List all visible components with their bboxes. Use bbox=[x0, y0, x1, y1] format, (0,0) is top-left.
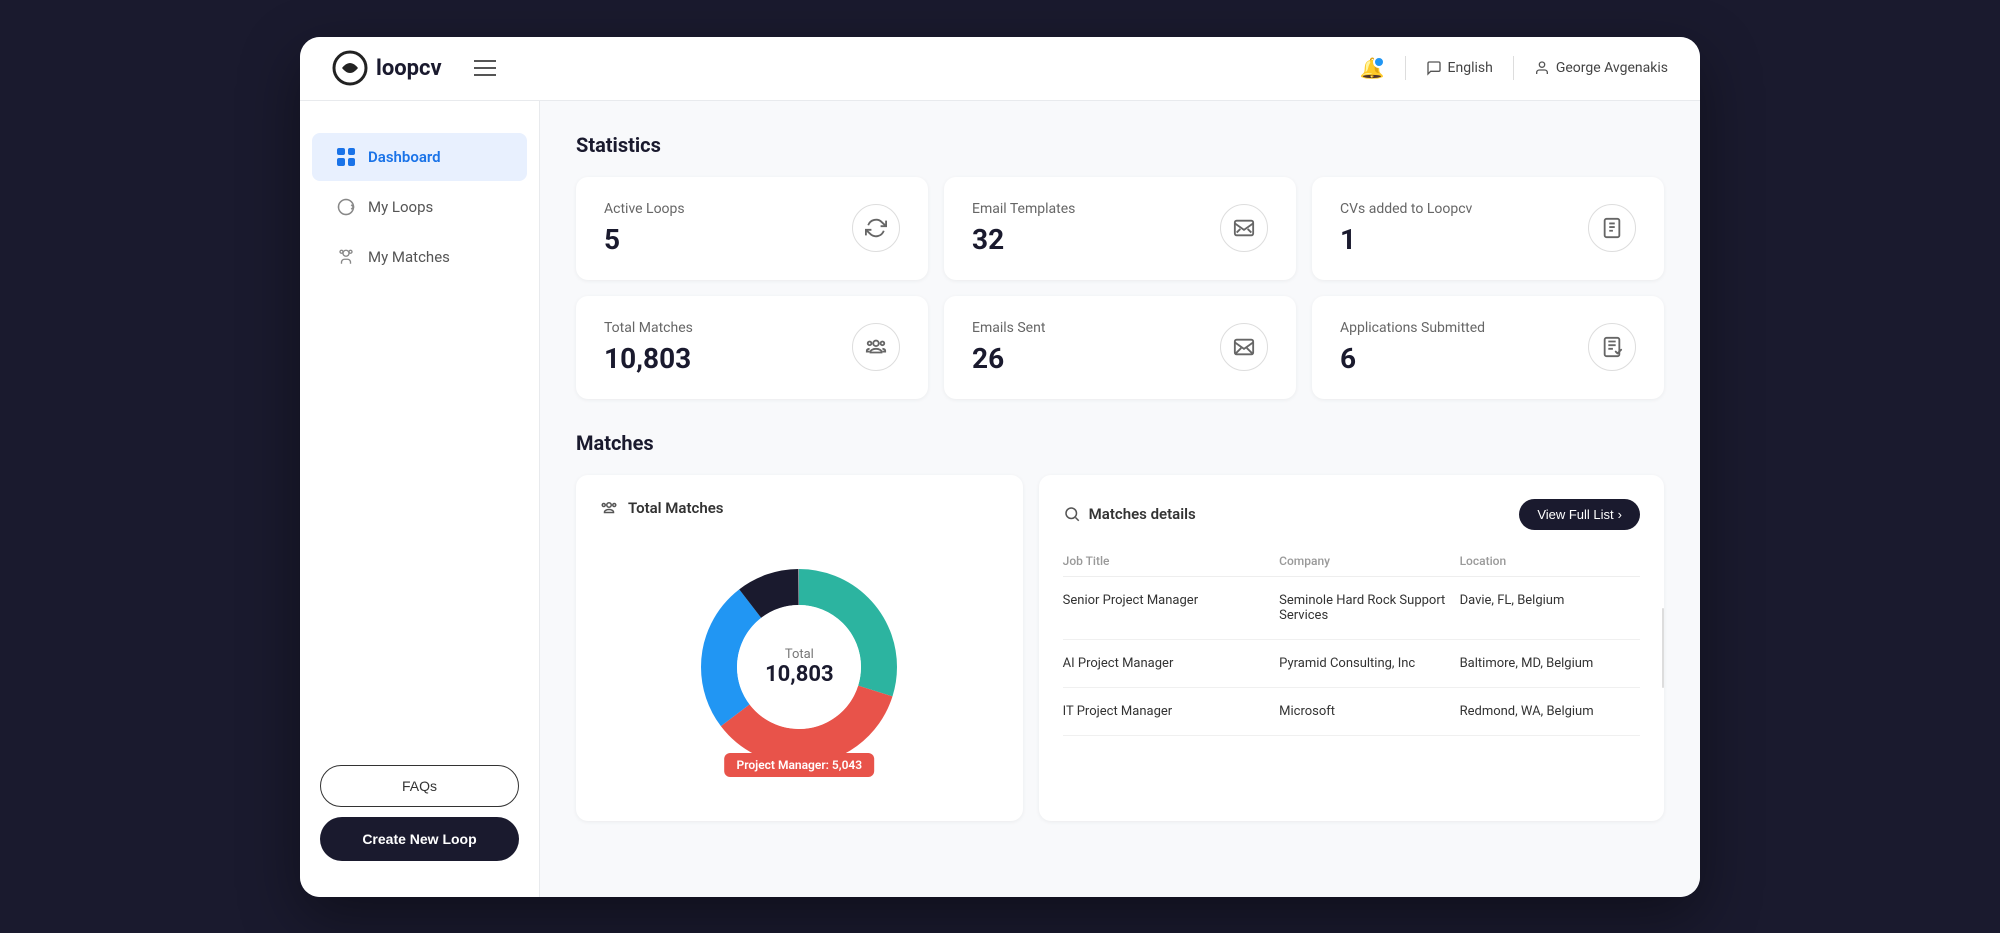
loop-icon bbox=[336, 197, 356, 217]
refresh-icon bbox=[852, 204, 900, 252]
matches-grid: Total Matches bbox=[576, 475, 1664, 821]
sidebar-item-label: My Loops bbox=[368, 198, 433, 216]
sidebar: Dashboard My Loops bbox=[300, 101, 540, 897]
donut-center: Total 10,803 bbox=[765, 647, 834, 687]
matches-details-card: Matches details View Full List › Job Tit… bbox=[1039, 475, 1664, 821]
sidebar-item-label: Dashboard bbox=[368, 148, 441, 166]
stat-card-active-loops: Active Loops 5 bbox=[576, 177, 928, 280]
col-job-title: Job Title bbox=[1063, 554, 1280, 568]
app-name: loopcv bbox=[376, 56, 442, 81]
stat-card-email-templates: Email Templates 32 bbox=[944, 177, 1296, 280]
cell-location: Baltimore, MD, Belgium bbox=[1460, 656, 1640, 671]
user-menu[interactable]: George Avgenakis bbox=[1534, 60, 1668, 76]
cell-location: Davie, FL, Belgium bbox=[1460, 593, 1640, 623]
matches-details-title: Matches details bbox=[1063, 505, 1196, 523]
col-location: Location bbox=[1460, 554, 1640, 568]
cell-job-title: AI Project Manager bbox=[1063, 656, 1280, 671]
user-name: George Avgenakis bbox=[1556, 60, 1668, 76]
stat-label: Total Matches bbox=[604, 320, 693, 336]
stat-card-emails-sent: Emails Sent 26 bbox=[944, 296, 1296, 399]
stat-card-cvs-added: CVs added to Loopcv 1 bbox=[1312, 177, 1664, 280]
notification-bell[interactable]: 🔔 bbox=[1360, 56, 1385, 80]
table-header: Job Title Company Location bbox=[1063, 546, 1640, 577]
app-window: loopcv 🔔 English George Avgenakis bbox=[300, 37, 1700, 897]
stat-value: 32 bbox=[972, 223, 1075, 256]
cv-icon bbox=[1588, 204, 1636, 252]
donut-tooltip: Project Manager: 5,043 bbox=[725, 753, 875, 777]
matches-details-card-title: Matches details bbox=[1089, 505, 1196, 523]
grid-icon bbox=[336, 147, 356, 167]
stat-value: 6 bbox=[1340, 342, 1485, 375]
matches-icon2 bbox=[852, 323, 900, 371]
total-matches-card-title: Total Matches bbox=[628, 499, 724, 517]
content-area: Statistics Active Loops 5 bbox=[540, 101, 1700, 897]
cell-company: Pyramid Consulting, Inc bbox=[1279, 656, 1459, 671]
donut-center-value: 10,803 bbox=[765, 662, 834, 687]
search-details-icon bbox=[1063, 505, 1081, 523]
stat-value: 26 bbox=[972, 342, 1045, 375]
email-template-icon bbox=[1220, 204, 1268, 252]
stat-label: Active Loops bbox=[604, 201, 685, 217]
menu-button[interactable] bbox=[474, 60, 496, 76]
table-row[interactable]: AI Project Manager Pyramid Consulting, I… bbox=[1063, 640, 1640, 688]
stat-label: Emails Sent bbox=[972, 320, 1045, 336]
cell-location: Redmond, WA, Belgium bbox=[1460, 704, 1640, 719]
stat-card-applications-submitted: Applications Submitted 6 bbox=[1312, 296, 1664, 399]
logo: loopcv bbox=[332, 50, 442, 86]
sidebar-item-dashboard[interactable]: Dashboard bbox=[312, 133, 527, 181]
header-divider-2 bbox=[1513, 56, 1514, 80]
logo-icon bbox=[332, 50, 368, 86]
total-matches-icon bbox=[600, 499, 618, 517]
statistics-title: Statistics bbox=[576, 133, 1664, 157]
table-row[interactable]: IT Project Manager Microsoft Redmond, WA… bbox=[1063, 688, 1640, 736]
stat-value: 5 bbox=[604, 223, 685, 256]
stat-label: CVs added to Loopcv bbox=[1340, 201, 1472, 217]
stat-value: 1 bbox=[1340, 223, 1472, 256]
matches-title: Matches bbox=[576, 431, 1664, 455]
stat-label: Applications Submitted bbox=[1340, 320, 1485, 336]
language-selector[interactable]: English bbox=[1426, 60, 1493, 76]
header-right: 🔔 English George Avgenakis bbox=[1360, 56, 1668, 80]
header: loopcv 🔔 English George Avgenakis bbox=[300, 37, 1700, 101]
sidebar-item-label: My Matches bbox=[368, 248, 450, 266]
scrollbar[interactable] bbox=[1662, 608, 1664, 688]
faqs-button[interactable]: FAQs bbox=[320, 765, 519, 807]
sidebar-footer: FAQs Create New Loop bbox=[300, 749, 539, 877]
view-full-list-button[interactable]: View Full List › bbox=[1519, 499, 1640, 530]
chat-bubble-icon bbox=[1426, 60, 1442, 76]
donut-chart-container: Total 10,803 Project Manager: 5,043 bbox=[600, 537, 999, 797]
col-company: Company bbox=[1279, 554, 1459, 568]
sidebar-item-my-loops[interactable]: My Loops bbox=[312, 183, 527, 231]
stat-value: 10,803 bbox=[604, 342, 693, 375]
cell-job-title: IT Project Manager bbox=[1063, 704, 1280, 719]
total-matches-card: Total Matches bbox=[576, 475, 1023, 821]
stat-label: Email Templates bbox=[972, 201, 1075, 217]
main-layout: Dashboard My Loops bbox=[300, 101, 1700, 897]
header-divider-1 bbox=[1405, 56, 1406, 80]
applications-icon bbox=[1588, 323, 1636, 371]
stat-card-total-matches: Total Matches 10,803 bbox=[576, 296, 928, 399]
chevron-right-icon: › bbox=[1618, 507, 1622, 522]
language-label: English bbox=[1448, 60, 1493, 76]
donut-center-label: Total bbox=[765, 647, 834, 662]
cell-job-title: Senior Project Manager bbox=[1063, 593, 1280, 623]
table-row[interactable]: Senior Project Manager Seminole Hard Roc… bbox=[1063, 577, 1640, 640]
statistics-grid: Active Loops 5 Email Templates 32 bbox=[576, 177, 1664, 399]
create-new-loop-button[interactable]: Create New Loop bbox=[320, 817, 519, 861]
matches-icon bbox=[336, 247, 356, 267]
cell-company: Microsoft bbox=[1279, 704, 1459, 719]
cell-company: Seminole Hard Rock Support Services bbox=[1279, 593, 1459, 623]
email-sent-icon bbox=[1220, 323, 1268, 371]
matches-details-header: Matches details View Full List › bbox=[1063, 499, 1640, 530]
user-icon bbox=[1534, 60, 1550, 76]
sidebar-item-my-matches[interactable]: My Matches bbox=[312, 233, 527, 281]
sidebar-nav: Dashboard My Loops bbox=[300, 121, 539, 749]
